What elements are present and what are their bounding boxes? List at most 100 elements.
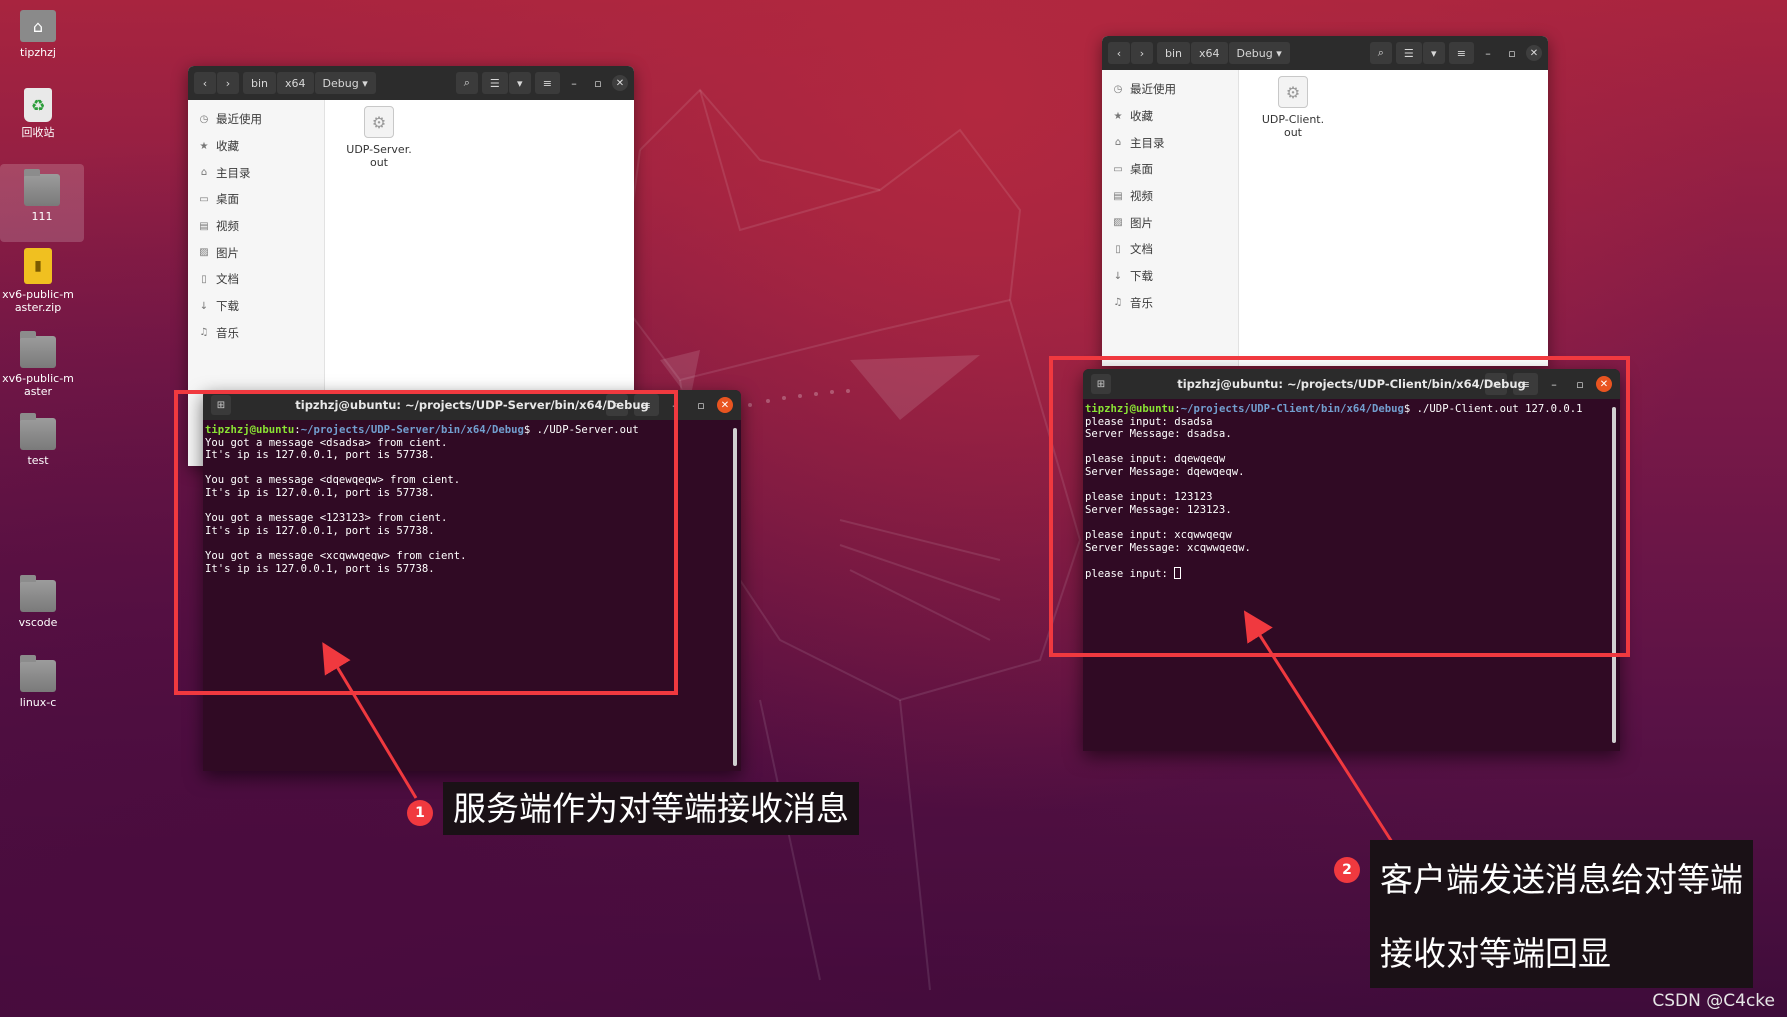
breadcrumb-debug[interactable]: Debug ▾ [1228, 42, 1290, 64]
sidebar-item-starred[interactable]: ★ 收藏 [188, 133, 324, 160]
desktop-icon-label: tipzhzj [20, 46, 56, 59]
sidebar-item-label: 主目录 [1130, 135, 1165, 150]
folder-icon [20, 575, 56, 612]
sidebar-item-recent[interactable]: ◷ 最近使用 [1102, 76, 1238, 103]
document-icon: ▯ [201, 273, 207, 285]
file-name-line1: UDP-Server. [346, 143, 412, 156]
desktop-icon-label: 111 [31, 210, 53, 223]
sidebar-item-recent[interactable]: ◷ 最近使用 [188, 106, 324, 133]
view-options-button[interactable]: ▾ [508, 72, 531, 94]
folder-icon [20, 413, 56, 450]
sidebar-item-label: 桌面 [1130, 162, 1153, 177]
desktop-icon: ▭ [1113, 163, 1123, 175]
sidebar-item-label: 视频 [1130, 189, 1153, 204]
menu-button[interactable]: ≡ [534, 72, 560, 94]
list-view-icon: ☰ [489, 76, 500, 90]
sidebar-item-label: 音乐 [216, 325, 239, 340]
file-manager-titlebar: ‹ › bin x64 Debug ▾ ⌕ ☰ ▾ ≡ – ▫ ✕ [1102, 36, 1548, 70]
desktop-icon-label: test [27, 454, 49, 467]
minimize-button[interactable]: – [1478, 43, 1498, 63]
sidebar-item-label: 图片 [216, 245, 239, 260]
menu-button[interactable]: ≡ [1448, 42, 1474, 64]
sidebar-item-label: 桌面 [216, 192, 239, 207]
search-button[interactable]: ⌕ [455, 72, 478, 94]
sidebar-item-music[interactable]: ♫ 音乐 [1102, 290, 1238, 317]
maximize-button[interactable]: ▫ [1502, 43, 1522, 63]
desktop-icon-test[interactable]: test [0, 413, 76, 467]
sidebar-item-pictures[interactable]: ▨ 图片 [188, 239, 324, 266]
file-manager-titlebar: ‹ › bin x64 Debug ▾ ⌕ ☰ ▾ ≡ – ▫ ✕ [188, 66, 634, 100]
file-item-udp-server[interactable]: ⚙ UDP-Server. out [339, 106, 419, 169]
breadcrumb-debug[interactable]: Debug ▾ [314, 72, 376, 94]
sidebar-item-label: 视频 [216, 219, 239, 234]
music-icon: ♫ [199, 327, 209, 339]
sidebar-item-music[interactable]: ♫ 音乐 [188, 320, 324, 347]
trash-icon: ♻ [24, 88, 52, 122]
breadcrumb-x64[interactable]: x64 [277, 72, 314, 94]
desktop-icon-vscode[interactable]: vscode [0, 575, 76, 629]
zip-archive-icon: ▮ [24, 248, 52, 284]
folder-icon [24, 169, 60, 206]
sidebar-item-home[interactable]: ⌂ 主目录 [1102, 129, 1238, 156]
video-icon: ▤ [199, 220, 209, 232]
desktop-icon-tipzhzj[interactable]: ⌂ tipzhzj [0, 10, 76, 59]
view-list-button[interactable]: ☰ [481, 72, 508, 94]
breadcrumb-bin[interactable]: bin [243, 72, 277, 94]
sidebar-item-label: 最近使用 [1130, 82, 1176, 97]
sidebar-item-label: 图片 [1130, 215, 1153, 230]
file-manager-client-window: ‹ › bin x64 Debug ▾ ⌕ ☰ ▾ ≡ – ▫ ✕ ◷ 最近使用 … [1102, 36, 1548, 366]
desktop-icon-trash[interactable]: ♻ 回收站 [0, 88, 76, 139]
clock-icon: ◷ [1113, 83, 1123, 95]
view-options-button[interactable]: ▾ [1422, 42, 1445, 64]
sidebar-item-desktop[interactable]: ▭ 桌面 [188, 186, 324, 213]
sidebar-item-label: 收藏 [1130, 109, 1153, 124]
sidebar-item-starred[interactable]: ★ 收藏 [1102, 103, 1238, 130]
executable-icon: ⚙ [1278, 76, 1308, 108]
sidebar-item-videos[interactable]: ▤ 视频 [1102, 183, 1238, 210]
places-sidebar: ◷ 最近使用 ★ 收藏 ⌂ 主目录 ▭ 桌面 ▤ 视频 ▨ 图片 ▯ 文档 ↓ 下载 ♫ 音乐 [1102, 70, 1239, 366]
sidebar-item-documents[interactable]: ▯ 文档 [1102, 236, 1238, 263]
maximize-button[interactable]: ▫ [691, 395, 711, 415]
terminal-scrollbar[interactable] [733, 428, 737, 766]
chevron-down-icon: ▾ [517, 76, 523, 90]
desktop-icon-linux-c[interactable]: linux-c [0, 655, 76, 709]
desktop-icon-xv6-zip[interactable]: ▮ xv6-public-master.zip [0, 248, 76, 314]
close-button[interactable]: ✕ [612, 75, 628, 91]
annotation-note-2-line-1: 客户端发送消息给对等端 [1380, 860, 1743, 899]
annotation-badge-1: 1 [407, 800, 433, 826]
annotation-note-2: 客户端发送消息给对等端 接收对等端回显 [1370, 840, 1753, 988]
desktop-icon-label: 回收站 [21, 126, 55, 139]
picture-icon: ▨ [1113, 217, 1123, 229]
sidebar-item-label: 收藏 [216, 139, 239, 154]
close-button[interactable]: ✕ [1526, 45, 1542, 61]
forward-button[interactable]: › [217, 72, 239, 94]
breadcrumb-x64[interactable]: x64 [1191, 42, 1228, 64]
desktop-icon-111[interactable]: 111 [0, 164, 84, 242]
back-button[interactable]: ‹ [1108, 42, 1130, 64]
folder-icon [20, 655, 56, 692]
forward-button[interactable]: › [1131, 42, 1153, 64]
sidebar-item-videos[interactable]: ▤ 视频 [188, 213, 324, 240]
search-button[interactable]: ⌕ [1369, 42, 1392, 64]
breadcrumb-label: Debug [322, 76, 359, 90]
sidebar-item-label: 音乐 [1130, 295, 1153, 310]
sidebar-item-label: 主目录 [216, 165, 251, 180]
home-icon: ⌂ [200, 167, 208, 179]
desktop-icon-label: vscode [18, 616, 58, 629]
close-button[interactable]: ✕ [717, 397, 733, 413]
chevron-down-icon: ▾ [362, 76, 368, 90]
view-list-button[interactable]: ☰ [1395, 42, 1422, 64]
sidebar-item-home[interactable]: ⌂ 主目录 [188, 159, 324, 186]
sidebar-item-downloads[interactable]: ↓ 下载 [1102, 263, 1238, 290]
breadcrumb-bin[interactable]: bin [1157, 42, 1191, 64]
executable-icon: ⚙ [364, 106, 394, 138]
sidebar-item-downloads[interactable]: ↓ 下载 [188, 293, 324, 320]
file-item-udp-client[interactable]: ⚙ UDP-Client. out [1253, 76, 1333, 139]
minimize-button[interactable]: – [564, 73, 584, 93]
maximize-button[interactable]: ▫ [588, 73, 608, 93]
back-button[interactable]: ‹ [194, 72, 216, 94]
sidebar-item-pictures[interactable]: ▨ 图片 [1102, 209, 1238, 236]
desktop-icon-xv6-folder[interactable]: xv6-public-master [0, 331, 76, 398]
sidebar-item-desktop[interactable]: ▭ 桌面 [1102, 156, 1238, 183]
sidebar-item-documents[interactable]: ▯ 文档 [188, 266, 324, 293]
